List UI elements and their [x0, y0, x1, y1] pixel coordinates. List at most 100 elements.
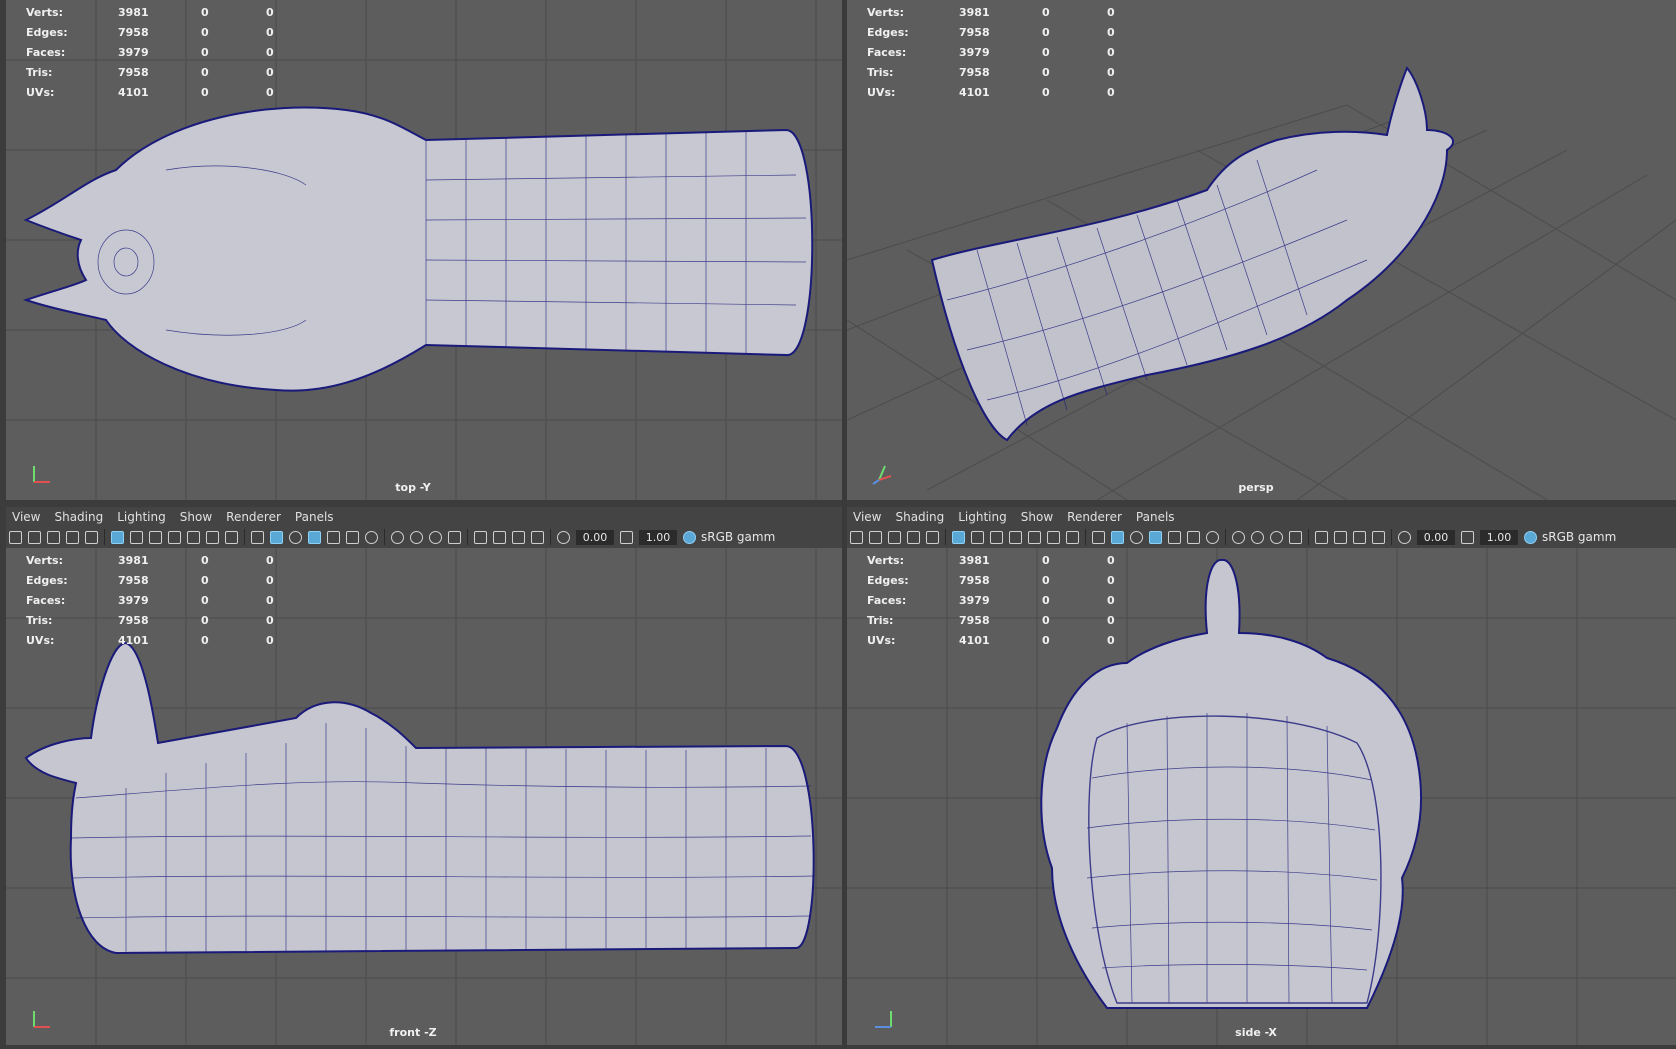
- anti-aliasing-icon[interactable]: [1267, 528, 1286, 547]
- bookmark-icon[interactable]: [885, 528, 904, 547]
- color-management-icon[interactable]: [1521, 528, 1540, 547]
- viewport-front[interactable]: Verts: 3981 0 0 Edges: 7958 0 0 Faces: 3979 0 0 T…: [6, 548, 842, 1045]
- camera-label: top -Y: [395, 481, 431, 494]
- menu-view[interactable]: View: [847, 510, 889, 524]
- xray-icon[interactable]: [1331, 528, 1350, 547]
- motion-blur-icon[interactable]: [407, 528, 426, 547]
- xray-joints-icon[interactable]: [1369, 528, 1388, 547]
- film-gate-icon[interactable]: [968, 528, 987, 547]
- gamma-field[interactable]: 1.00: [1480, 529, 1518, 545]
- lights-icon[interactable]: [1184, 528, 1203, 547]
- anti-aliasing-icon[interactable]: [426, 528, 445, 547]
- gamma-icon[interactable]: [1458, 528, 1477, 547]
- menu-shading[interactable]: Shading: [889, 510, 952, 524]
- camera-label: front -Z: [389, 1026, 437, 1039]
- isolate-select-icon[interactable]: [1312, 528, 1331, 547]
- field-chart-icon[interactable]: [184, 528, 203, 547]
- shadows-icon[interactable]: [1203, 528, 1222, 547]
- menu-shading[interactable]: Shading: [48, 510, 111, 524]
- hud-row-tris: Tris: 7958 0 0: [26, 65, 274, 79]
- camera-icon[interactable]: [847, 528, 866, 547]
- viewport-side[interactable]: Verts: 3981 0 0 Edges: 7958 0 0 Faces: 3979 0 0 T…: [847, 548, 1676, 1045]
- grid-toggle-icon[interactable]: [108, 528, 127, 547]
- axis-gizmo-icon: [875, 1011, 892, 1028]
- hud-stats-side: Verts: 3981 0 0 Edges: 7958 0 0 Faces: 3979 0 0 T…: [867, 553, 1115, 647]
- menu-panels[interactable]: Panels: [1130, 510, 1183, 524]
- panel-menubar-right: View Shading Lighting Show Renderer Pane…: [847, 507, 1676, 527]
- camera-label: persp: [1238, 481, 1274, 494]
- camera-attributes-icon[interactable]: [866, 528, 885, 547]
- panel-divider[interactable]: [842, 0, 847, 1049]
- camera-label: side -X: [1235, 1026, 1277, 1039]
- exposure-field[interactable]: 0.00: [576, 529, 614, 545]
- camera-icon[interactable]: [6, 528, 25, 547]
- panel-toolbar-right: 0.00 1.00 sRGB gamm: [847, 526, 1676, 548]
- xray-icon[interactable]: [490, 528, 509, 547]
- hud-row-faces: Faces: 3979 0 0: [26, 45, 274, 59]
- color-space-label[interactable]: sRGB gamm: [701, 530, 775, 544]
- safe-title-icon[interactable]: [1063, 528, 1082, 547]
- depth-of-field-icon[interactable]: [1286, 528, 1305, 547]
- menu-renderer[interactable]: Renderer: [1061, 510, 1130, 524]
- viewport-persp[interactable]: Verts: 3981 0 0 Edges: 7958 0 0 Faces: 3979 0 0 T…: [847, 0, 1676, 500]
- grease-pencil-icon[interactable]: [82, 528, 101, 547]
- resolution-gate-icon[interactable]: [987, 528, 1006, 547]
- shadows-icon[interactable]: [362, 528, 381, 547]
- default-material-icon[interactable]: [1127, 528, 1146, 547]
- wireframe-icon[interactable]: [1089, 528, 1108, 547]
- hud-row-verts: Verts: 3981 0 0: [26, 5, 274, 19]
- screen-space-ao-icon[interactable]: [1229, 528, 1248, 547]
- gate-mask-icon[interactable]: [165, 528, 184, 547]
- menu-renderer[interactable]: Renderer: [220, 510, 289, 524]
- depth-of-field-icon[interactable]: [445, 528, 464, 547]
- default-material-icon[interactable]: [286, 528, 305, 547]
- screen-space-ao-icon[interactable]: [388, 528, 407, 547]
- field-chart-icon[interactable]: [1025, 528, 1044, 547]
- safe-title-icon[interactable]: [222, 528, 241, 547]
- wireframe-on-shaded-icon[interactable]: [305, 528, 324, 547]
- menu-view[interactable]: View: [6, 510, 48, 524]
- camera-attributes-icon[interactable]: [25, 528, 44, 547]
- viewport-top[interactable]: Verts: 3981 0 0 Edges: 7958 0 0 Faces: 3979 0 0 T…: [6, 0, 842, 500]
- textured-icon[interactable]: [1165, 528, 1184, 547]
- smooth-shade-icon[interactable]: [1108, 528, 1127, 547]
- hud-stats-front: Verts: 3981 0 0 Edges: 7958 0 0 Faces: 3979 0 0 T…: [26, 553, 274, 647]
- panel-menubar-left: View Shading Lighting Show Renderer Pane…: [6, 507, 842, 527]
- motion-blur-icon[interactable]: [1248, 528, 1267, 547]
- gamma-icon[interactable]: [617, 528, 636, 547]
- grid-toggle-icon[interactable]: [949, 528, 968, 547]
- lights-icon[interactable]: [343, 528, 362, 547]
- wireframe-on-shaded-icon[interactable]: [1146, 528, 1165, 547]
- color-space-label[interactable]: sRGB gamm: [1542, 530, 1616, 544]
- menu-show[interactable]: Show: [1015, 510, 1061, 524]
- color-management-icon[interactable]: [680, 528, 699, 547]
- exposure-icon[interactable]: [554, 528, 573, 547]
- exposure-icon[interactable]: [1395, 528, 1414, 547]
- isolate-select-icon[interactable]: [471, 528, 490, 547]
- menu-panels[interactable]: Panels: [289, 510, 342, 524]
- bookmark-icon[interactable]: [44, 528, 63, 547]
- axis-gizmo-icon: [33, 1011, 50, 1028]
- panel-toolbar-left: 0.00 1.00 sRGB gamm: [6, 526, 842, 548]
- gate-mask-icon[interactable]: [1006, 528, 1025, 547]
- resolution-gate-icon[interactable]: [146, 528, 165, 547]
- image-plane-icon[interactable]: [904, 528, 923, 547]
- wireframe-icon[interactable]: [248, 528, 267, 547]
- film-gate-icon[interactable]: [127, 528, 146, 547]
- gamma-field[interactable]: 1.00: [639, 529, 677, 545]
- safe-action-icon[interactable]: [1044, 528, 1063, 547]
- image-plane-icon[interactable]: [63, 528, 82, 547]
- menu-show[interactable]: Show: [174, 510, 220, 524]
- safe-action-icon[interactable]: [203, 528, 222, 547]
- grease-pencil-icon[interactable]: [923, 528, 942, 547]
- menu-lighting[interactable]: Lighting: [952, 510, 1015, 524]
- mesh-object: [930, 66, 1455, 442]
- menu-lighting[interactable]: Lighting: [111, 510, 174, 524]
- xray-active-icon[interactable]: [509, 528, 528, 547]
- textured-icon[interactable]: [324, 528, 343, 547]
- hud-stats-top: Verts: 3981 0 0 Edges: 7958 0 0 Faces: 3979 0 0 T…: [20, 2, 274, 102]
- smooth-shade-icon[interactable]: [267, 528, 286, 547]
- xray-joints-icon[interactable]: [528, 528, 547, 547]
- xray-active-icon[interactable]: [1350, 528, 1369, 547]
- exposure-field[interactable]: 0.00: [1417, 529, 1455, 545]
